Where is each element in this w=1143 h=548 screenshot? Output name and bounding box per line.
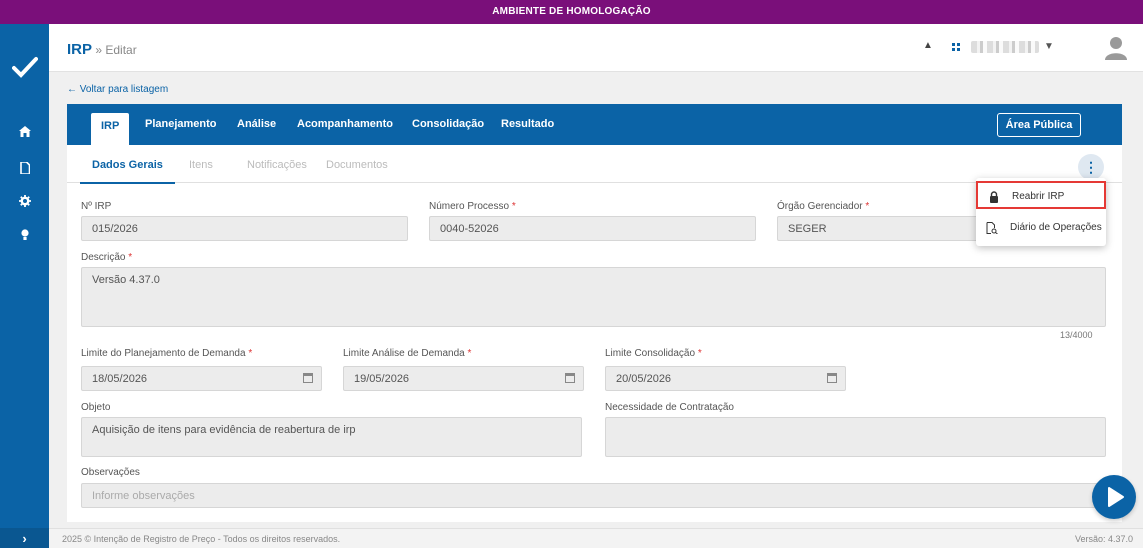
subtab-dados-gerais[interactable]: Dados Gerais <box>80 159 175 184</box>
lock-icon <box>990 191 998 203</box>
observations-label: Observações <box>81 467 140 478</box>
logo-icon <box>12 57 38 78</box>
sidebar: › <box>0 24 49 548</box>
observations-field[interactable]: Informe observações <box>81 483 1106 508</box>
footer-version: Versão: 4.37.0 <box>1074 534 1133 544</box>
irp-number-field[interactable]: 015/2026 <box>81 216 408 241</box>
breadcrumb-module[interactable]: IRP <box>67 41 92 58</box>
subtab-documentos[interactable]: Documentos <box>326 159 388 171</box>
calendar-icon[interactable] <box>565 373 575 383</box>
process-number-field[interactable]: 0040-52026 <box>429 216 756 241</box>
consolidation-limit-date-field[interactable]: 20/05/2026 <box>605 366 846 391</box>
play-arrow-icon <box>1108 487 1124 507</box>
description-textarea[interactable]: Versão 4.37.0 <box>81 267 1106 327</box>
next-step-fab-button[interactable] <box>1092 475 1136 519</box>
irp-edit-card: IRP Planejamento Análise Acompanhamento … <box>67 104 1122 522</box>
managing-body-label: Órgão Gerenciador * <box>777 201 870 212</box>
back-to-list-link[interactable]: ← Voltar para listagem <box>67 84 168 95</box>
gear-icon[interactable] <box>0 187 49 215</box>
operations-log-menu-item[interactable]: Diário de Operações <box>976 214 1106 242</box>
process-number-label: Número Processo * <box>429 201 516 212</box>
footer-copyright: 2025 © Intenção de Registro de Preço - T… <box>62 534 341 544</box>
reopen-irp-menu-item[interactable]: Reabrir IRP <box>976 181 1106 209</box>
object-textarea[interactable]: Aquisição de itens para evidência de rea… <box>81 417 582 457</box>
description-char-counter: 13/4000 <box>1060 330 1093 340</box>
tab-irp[interactable]: IRP <box>91 113 130 145</box>
breadcrumb-current: Editar <box>105 43 137 57</box>
analysis-limit-label: Limite Análise de Demanda * <box>343 348 472 359</box>
home-icon[interactable] <box>0 117 49 145</box>
tab-planejamento[interactable]: Planejamento <box>145 118 217 130</box>
public-area-button[interactable]: Área Pública <box>997 113 1081 137</box>
top-bar: IRP » Editar ▲ ▼ <box>49 24 1143 72</box>
breadcrumb: IRP » Editar <box>67 41 137 58</box>
chevron-down-icon[interactable]: ▼ <box>1044 41 1054 52</box>
analysis-limit-date-field[interactable]: 19/05/2026 <box>343 366 584 391</box>
tab-analise[interactable]: Análise <box>237 118 276 130</box>
calendar-icon[interactable] <box>303 373 313 383</box>
subtab-itens[interactable]: Itens <box>189 159 213 171</box>
planning-limit-date-field[interactable]: 18/05/2026 <box>81 366 322 391</box>
operations-log-label: Diário de Operações <box>1010 222 1102 233</box>
breadcrumb-separator: » <box>92 43 106 57</box>
lightbulb-icon[interactable] <box>0 221 49 249</box>
apps-grid-icon[interactable] <box>952 43 960 51</box>
tab-consolidacao[interactable]: Consolidação <box>412 118 484 130</box>
object-label: Objeto <box>81 402 111 413</box>
document-icon[interactable] <box>0 154 49 182</box>
subtab-notificacoes[interactable]: Notificações <box>247 159 307 171</box>
footer: 2025 © Intenção de Registro de Preço - T… <box>49 528 1143 548</box>
sub-tabs: Dados Gerais Itens Notificações Document… <box>67 145 1122 184</box>
options-dropdown-menu: Reabrir IRP Diário de Operações <box>976 178 1106 246</box>
user-avatar-icon[interactable] <box>1105 36 1127 60</box>
need-label: Necessidade de Contratação <box>605 402 734 413</box>
calendar-icon[interactable] <box>827 373 837 383</box>
need-textarea[interactable] <box>605 417 1106 457</box>
expand-sidebar-button[interactable]: › <box>0 528 49 548</box>
bell-icon[interactable]: ▲ <box>923 40 933 51</box>
main-tabs: IRP Planejamento Análise Acompanhamento … <box>67 104 1122 145</box>
tab-acompanhamento[interactable]: Acompanhamento <box>297 118 393 130</box>
document-search-icon <box>986 222 998 234</box>
environment-banner: AMBIENTE DE HOMOLOGAÇÃO <box>0 0 1143 24</box>
more-options-button[interactable]: ⋮ <box>1078 154 1104 180</box>
planning-limit-label: Limite do Planejamento de Demanda * <box>81 348 253 359</box>
description-label: Descrição * <box>81 252 133 263</box>
reopen-irp-label: Reabrir IRP <box>1012 191 1065 202</box>
irp-number-label: Nº IRP <box>81 201 112 212</box>
consolidation-limit-label: Limite Consolidação * <box>605 348 702 359</box>
tab-resultado[interactable]: Resultado <box>501 118 554 130</box>
user-name-blurred[interactable] <box>971 41 1039 53</box>
